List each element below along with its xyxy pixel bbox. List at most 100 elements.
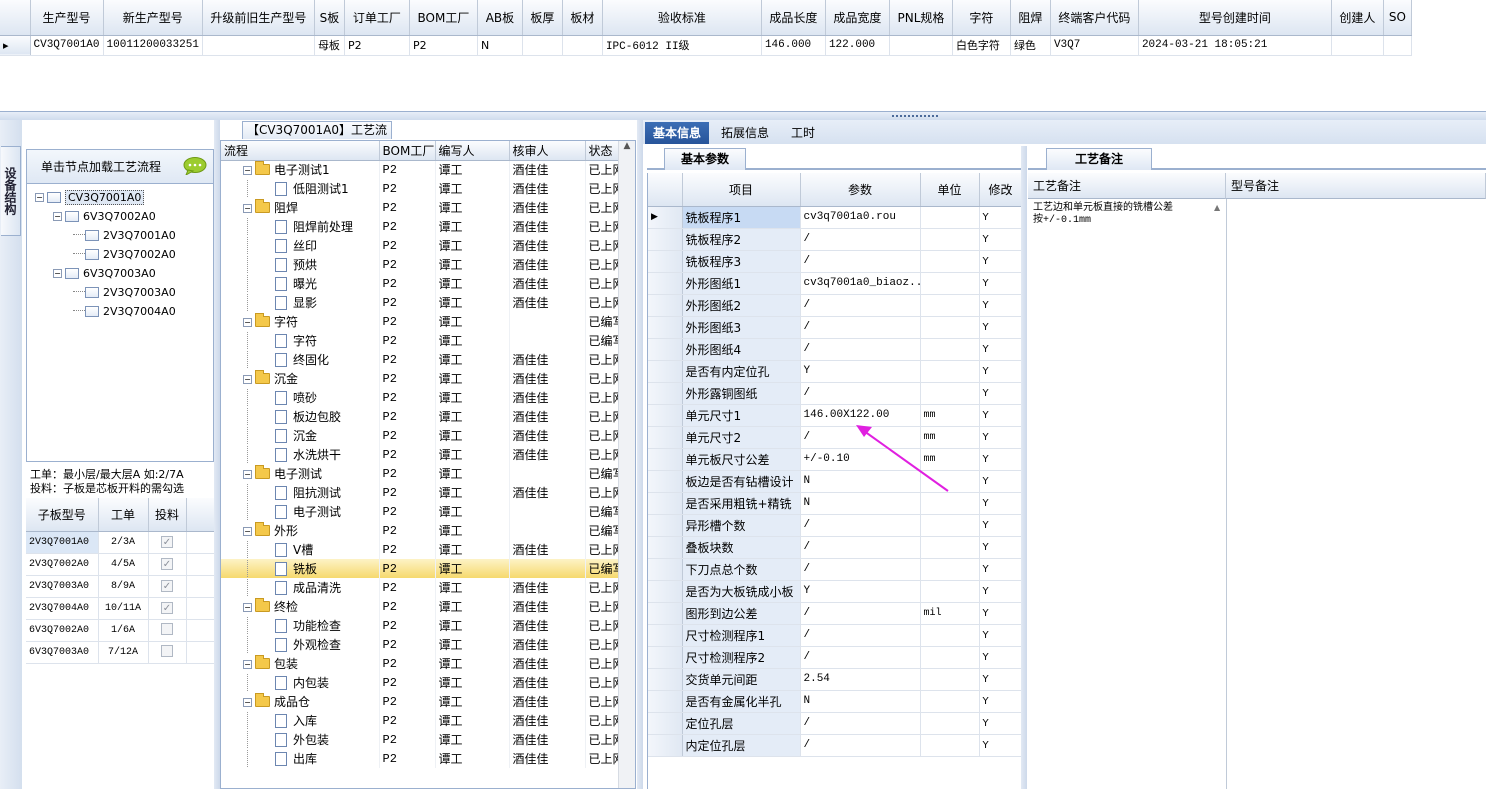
column-header[interactable]: 创建人 <box>1331 0 1384 36</box>
process-row[interactable]: 板边包胶 P2谭工酒佳佳已上网 <box>221 407 621 426</box>
process-name-cell[interactable]: 功能检查 <box>221 616 380 635</box>
param-item[interactable]: 定位孔层 <box>682 712 801 735</box>
collapse-icon[interactable]: − <box>243 470 252 479</box>
param-row[interactable]: 外形图纸3/ Y <box>648 316 1021 339</box>
process-row[interactable]: 阻抗测试 P2谭工酒佳佳已上网 <box>221 483 621 502</box>
collapse-icon[interactable]: − <box>243 375 252 384</box>
param-item[interactable]: 图形到边公差 <box>682 602 801 625</box>
process-bom[interactable]: P2 <box>379 749 436 768</box>
grid-cell[interactable]: CV3Q7001A0 <box>30 35 104 56</box>
param-value[interactable]: / <box>800 734 921 757</box>
param-modify[interactable]: Y <box>979 514 1021 537</box>
process-row[interactable]: 入库P2谭工酒佳佳已上网 <box>221 711 621 730</box>
param-unit[interactable] <box>920 514 980 537</box>
process-reviewer[interactable]: 酒佳佳 <box>509 274 586 293</box>
process-status[interactable]: 已编写 <box>585 559 621 578</box>
param-value[interactable]: / <box>800 712 921 735</box>
process-row[interactable]: − 电子测试1 P2谭工酒佳佳已上网 <box>221 160 621 179</box>
process-writer[interactable]: 谭工 <box>435 711 510 730</box>
process-row[interactable]: 曝光P2谭工酒佳佳已上网 <box>221 274 621 293</box>
process-row[interactable]: 阻焊前处理 P2谭工酒佳佳已上网 <box>221 217 621 236</box>
process-name-cell[interactable]: 低阻测试1 <box>221 179 380 198</box>
param-value[interactable]: cv3q7001a0.rou <box>800 206 921 229</box>
process-writer[interactable]: 谭工 <box>435 502 510 521</box>
process-name-cell[interactable]: 预烘 <box>221 255 380 274</box>
param-row[interactable]: 叠板块数 / Y <box>648 536 1021 559</box>
param-modify[interactable]: Y <box>979 712 1021 735</box>
process-name-cell[interactable]: 终固化 <box>221 350 380 369</box>
param-item[interactable]: 外形图纸4 <box>682 338 801 361</box>
sub-board-order[interactable]: 1/6A <box>98 619 149 642</box>
param-value[interactable]: 2.54 <box>800 668 921 691</box>
process-status[interactable]: 已编写 <box>585 521 621 540</box>
sub-board-feed-cell[interactable]: ✓ <box>148 531 187 554</box>
collapse-icon[interactable]: − <box>53 269 62 278</box>
process-status[interactable]: 已上网 <box>585 217 621 236</box>
sub-board-feed-cell[interactable] <box>148 641 187 664</box>
process-bom[interactable]: P2 <box>379 217 436 236</box>
column-header[interactable]: 子板型号 <box>26 498 99 532</box>
sub-board-row[interactable]: 2V3Q7002A0 4/5A ✓ <box>26 553 215 576</box>
column-header[interactable]: 项目 <box>682 173 801 207</box>
param-modify[interactable]: Y <box>979 580 1021 603</box>
process-reviewer[interactable]: 酒佳佳 <box>509 597 586 616</box>
process-row[interactable]: 预烘P2谭工酒佳佳已上网 <box>221 255 621 274</box>
param-row[interactable]: 尺寸检测程序1/ Y <box>648 624 1021 647</box>
param-modify[interactable]: Y <box>979 272 1021 295</box>
process-writer[interactable]: 谭工 <box>435 407 510 426</box>
column-header[interactable]: BOM工厂 <box>409 0 478 36</box>
process-name-cell[interactable]: − 终检 <box>221 597 380 616</box>
process-reviewer[interactable]: 酒佳佳 <box>509 654 586 673</box>
param-value[interactable]: 146.00X122.00 <box>800 404 921 427</box>
param-item[interactable]: 单元尺寸2 <box>682 426 801 449</box>
process-notes-text[interactable]: 工艺边和单元板直接的铣槽公差 按+/-0.1mm <box>1033 203 1213 227</box>
process-writer[interactable]: 谭工 <box>435 445 510 464</box>
process-status[interactable]: 已上网 <box>585 426 621 445</box>
right-vertical-splitter[interactable] <box>1021 146 1027 789</box>
param-value[interactable]: N <box>800 492 921 515</box>
process-status[interactable]: 已上网 <box>585 692 621 711</box>
process-status[interactable]: 已编写 <box>585 502 621 521</box>
process-row[interactable]: 终固化 P2谭工酒佳佳已上网 <box>221 350 621 369</box>
process-name-cell[interactable]: − 电子测试1 <box>221 160 380 179</box>
process-bom[interactable]: P2 <box>379 559 436 578</box>
process-name-cell[interactable]: 显影 <box>221 293 380 312</box>
feed-checkbox[interactable]: ✓ <box>161 580 173 592</box>
process-status[interactable]: 已上网 <box>585 350 621 369</box>
param-value[interactable]: / <box>800 294 921 317</box>
param-value[interactable]: +/-0.10 <box>800 448 921 471</box>
process-name-cell[interactable]: − 成品仓 <box>221 692 380 711</box>
process-bom[interactable]: P2 <box>379 179 436 198</box>
process-writer[interactable]: 谭工 <box>435 616 510 635</box>
process-row[interactable]: 铣板P2谭工 已编写 <box>221 559 621 578</box>
column-header[interactable]: 升级前旧生产型号 <box>202 0 315 36</box>
process-writer[interactable]: 谭工 <box>435 521 510 540</box>
param-unit[interactable] <box>920 294 980 317</box>
column-header[interactable]: 生产型号 <box>30 0 104 36</box>
param-item[interactable]: 铣板程序3 <box>682 250 801 273</box>
process-reviewer[interactable]: 酒佳佳 <box>509 217 586 236</box>
process-writer[interactable]: 谭工 <box>435 483 510 502</box>
grid-cell[interactable]: 146.000 <box>761 35 826 56</box>
tab-process-notes[interactable]: 工艺备注 <box>1046 148 1152 170</box>
process-reviewer[interactable] <box>509 464 586 483</box>
process-row[interactable]: 显影P2谭工酒佳佳已上网 <box>221 293 621 312</box>
param-row[interactable]: 图形到边公差 / mil Y <box>648 602 1021 625</box>
param-unit[interactable] <box>920 734 980 757</box>
tree-node[interactable]: 2V3Q7001A0 <box>73 226 176 245</box>
process-writer[interactable]: 谭工 <box>435 559 510 578</box>
horizontal-splitter[interactable] <box>0 112 1486 120</box>
process-row[interactable]: − 阻焊 P2谭工酒佳佳已上网 <box>221 198 621 217</box>
process-writer[interactable]: 谭工 <box>435 673 510 692</box>
param-unit[interactable] <box>920 316 980 339</box>
process-name-cell[interactable]: 沉金 <box>221 426 380 445</box>
process-writer[interactable]: 谭工 <box>435 331 510 350</box>
process-row[interactable]: − 沉金 P2谭工酒佳佳已上网 <box>221 369 621 388</box>
column-header[interactable]: 工单 <box>98 498 149 532</box>
collapse-icon[interactable]: − <box>35 193 44 202</box>
process-bom[interactable]: P2 <box>379 350 436 369</box>
column-header[interactable]: 板厚 <box>522 0 563 36</box>
column-header[interactable]: 状态 <box>585 141 621 161</box>
process-bom[interactable]: P2 <box>379 692 436 711</box>
process-bom[interactable]: P2 <box>379 426 436 445</box>
